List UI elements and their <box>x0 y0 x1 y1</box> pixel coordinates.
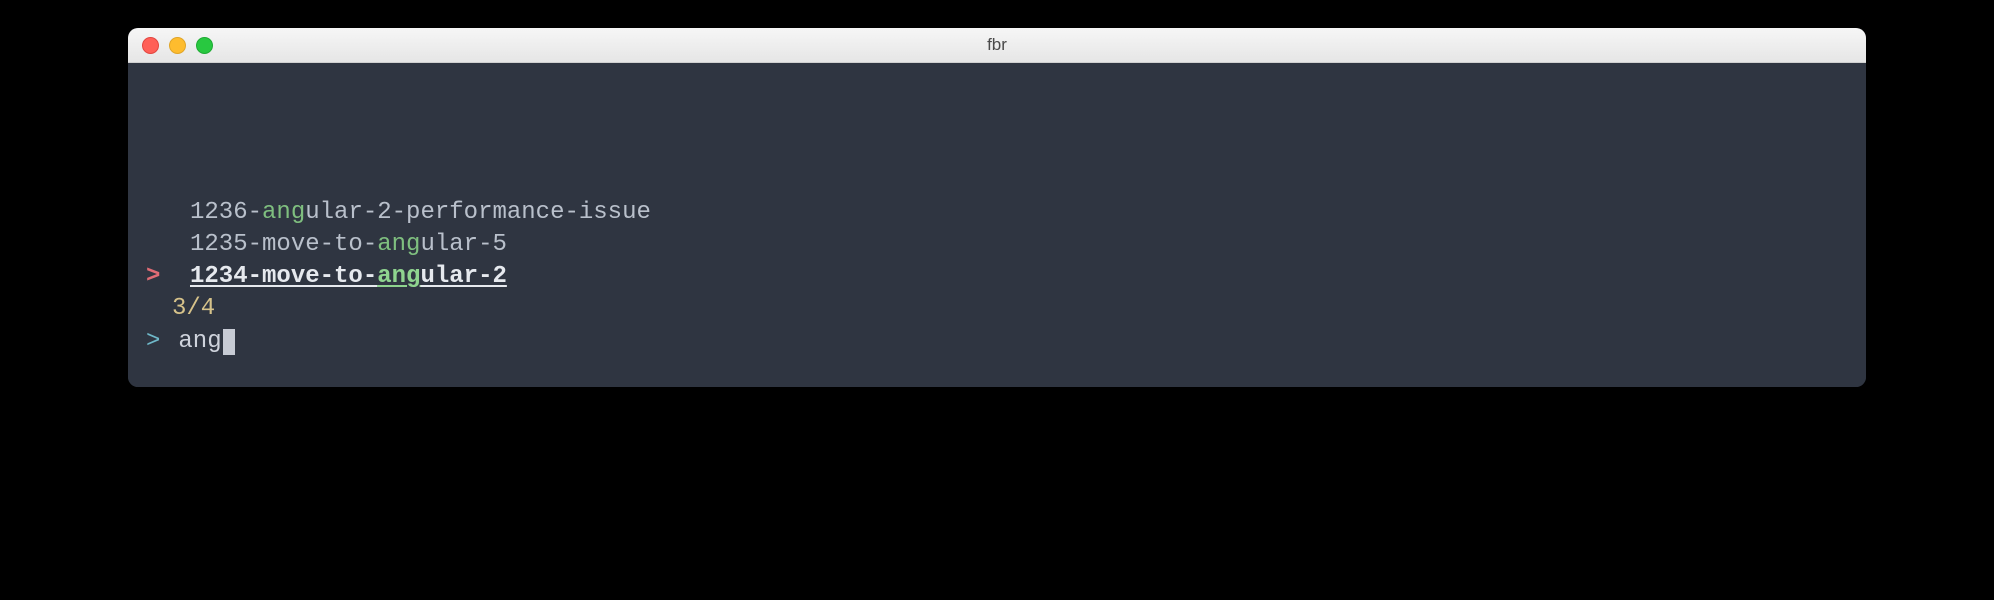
result-text: 1236-angular-2-performance-issue <box>190 197 651 229</box>
window-title: fbr <box>128 35 1866 55</box>
result-post: ular-5 <box>420 231 506 258</box>
close-icon[interactable] <box>142 37 159 54</box>
blank-area <box>142 73 1852 197</box>
results-list: 1236-angular-2-performance-issue1235-mov… <box>142 197 1852 293</box>
prompt-line[interactable]: > ang <box>142 325 1852 359</box>
result-text: 1234-move-to-angular-2 <box>190 261 507 293</box>
zoom-icon[interactable] <box>196 37 213 54</box>
terminal-window: fbr 1236-angular-2-performance-issue1235… <box>128 28 1866 387</box>
result-post: ular-2-performance-issue <box>305 199 651 226</box>
result-line[interactable]: >1234-move-to-angular-2 <box>142 261 1852 293</box>
terminal-body[interactable]: 1236-angular-2-performance-issue1235-mov… <box>128 63 1866 387</box>
selection-pointer: > <box>142 261 190 293</box>
result-pre: 1235-move-to- <box>190 231 377 258</box>
titlebar[interactable]: fbr <box>128 28 1866 63</box>
prompt-symbol: > <box>142 325 178 359</box>
query-input[interactable]: ang <box>178 325 221 359</box>
result-match: ang <box>377 263 420 290</box>
result-line[interactable]: 1235-move-to-angular-5 <box>142 229 1852 261</box>
result-line[interactable]: 1236-angular-2-performance-issue <box>142 197 1852 229</box>
result-text: 1235-move-to-angular-5 <box>190 229 507 261</box>
result-post: ular-2 <box>420 263 506 290</box>
traffic-lights <box>128 37 213 54</box>
result-match: ang <box>262 199 305 226</box>
match-count: 3/4 <box>142 293 1852 325</box>
result-match: ang <box>377 231 420 258</box>
minimize-icon[interactable] <box>169 37 186 54</box>
result-pre: 1234-move-to- <box>190 263 377 290</box>
result-pre: 1236- <box>190 199 262 226</box>
cursor-icon <box>223 329 235 355</box>
